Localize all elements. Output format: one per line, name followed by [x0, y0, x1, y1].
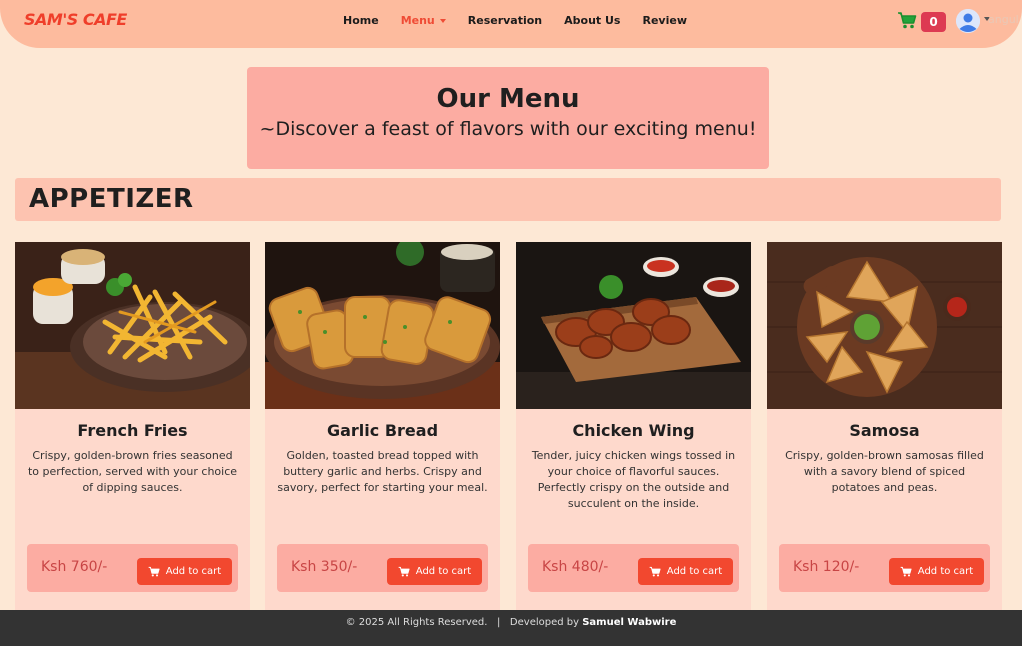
cart-icon — [900, 566, 912, 577]
add-to-cart-label: Add to cart — [415, 566, 472, 577]
section-title: APPETIZER — [29, 184, 194, 214]
samosa-image — [767, 242, 1002, 409]
section-header-appetizer: APPETIZER — [15, 178, 1001, 221]
item-price: Ksh 760/- — [41, 559, 108, 575]
brand-logo[interactable]: SAM'S CAFE — [24, 10, 127, 29]
user-name[interactable]: angul — [988, 13, 1019, 26]
cart-icon — [398, 566, 410, 577]
cart-icon[interactable] — [897, 11, 917, 29]
item-price: Ksh 480/- — [542, 559, 609, 575]
navbar: SAM'S CAFE Home Menu Reservation About U… — [0, 0, 1022, 48]
add-to-cart-button[interactable]: Add to cart — [638, 558, 733, 585]
chevron-down-icon — [439, 19, 446, 23]
footer-developer-name: Samuel Wabwire — [582, 617, 677, 628]
item-name: Chicken Wing — [572, 421, 695, 440]
item-price: Ksh 120/- — [793, 559, 860, 575]
chicken-wing-image — [516, 242, 751, 409]
nav-menu-label: Menu — [400, 14, 435, 27]
item-name: French Fries — [77, 421, 188, 440]
item-description: Crispy, golden-brown samosas filled with… — [785, 449, 984, 494]
item-footer: Ksh 480/- Add to cart — [528, 544, 739, 592]
item-description: Crispy, golden-brown fries seasoned to p… — [27, 449, 238, 494]
user-avatar[interactable] — [956, 9, 980, 33]
item-price: Ksh 350/- — [291, 559, 358, 575]
menu-hero-banner: Our Menu ~Discover a feast of flavors wi… — [247, 67, 769, 169]
garlic-bread-image — [265, 242, 500, 409]
item-footer: Ksh 350/- Add to cart — [277, 544, 488, 592]
add-to-cart-button[interactable]: Add to cart — [387, 558, 482, 585]
item-description: Golden, toasted bread topped with butter… — [277, 449, 488, 494]
add-to-cart-label: Add to cart — [666, 566, 723, 577]
french-fries-image — [15, 242, 250, 409]
item-footer: Ksh 760/- Add to cart — [27, 544, 238, 592]
nav-about-us[interactable]: About Us — [564, 14, 620, 27]
nav-review[interactable]: Review — [642, 14, 687, 27]
footer: © 2025 All Rights Reserved. | Developed … — [0, 610, 1022, 646]
menu-card: Garlic Bread Golden, toasted bread toppe… — [265, 242, 500, 612]
nav-reservation[interactable]: Reservation — [468, 14, 542, 27]
cart-icon — [649, 566, 661, 577]
cart-count-badge[interactable]: 0 — [921, 12, 946, 32]
page-subtitle: ~Discover a feast of flavors with our ex… — [259, 118, 757, 140]
user-icon — [956, 9, 980, 33]
footer-developed-by: Developed by — [509, 617, 580, 628]
page-title: Our Menu — [436, 84, 580, 114]
nav-links: Home Menu Reservation About Us Review — [343, 14, 709, 27]
footer-copyright: © 2025 All Rights Reserved. — [345, 617, 488, 628]
menu-card: Samosa Crispy, golden-brown samosas fill… — [767, 242, 1002, 612]
menu-card: French Fries Crispy, golden-brown fries … — [15, 242, 250, 612]
item-description: Tender, juicy chicken wings tossed in yo… — [531, 449, 736, 510]
menu-card: Chicken Wing Tender, juicy chicken wings… — [516, 242, 751, 612]
add-to-cart-label: Add to cart — [165, 566, 222, 577]
nav-menu-dropdown[interactable]: Menu — [401, 14, 446, 27]
nav-home[interactable]: Home — [343, 14, 379, 27]
add-to-cart-label: Add to cart — [917, 566, 974, 577]
add-to-cart-button[interactable]: Add to cart — [889, 558, 984, 585]
item-name: Garlic Bread — [326, 421, 439, 440]
item-footer: Ksh 120/- Add to cart — [779, 544, 990, 592]
item-name: Samosa — [849, 421, 920, 440]
add-to-cart-button[interactable]: Add to cart — [137, 558, 232, 585]
cart-icon — [148, 566, 160, 577]
footer-separator: | — [497, 617, 501, 628]
